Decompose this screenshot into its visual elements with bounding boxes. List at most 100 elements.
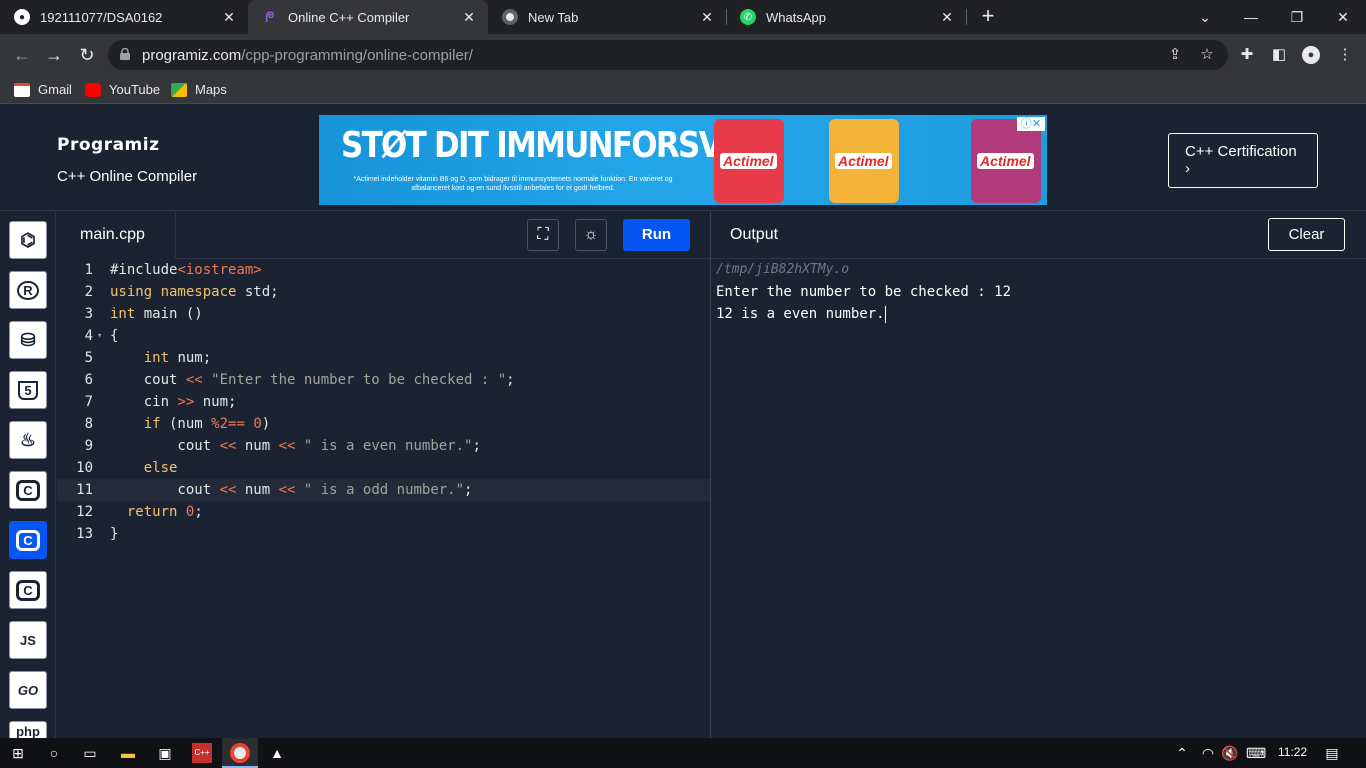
programiz-logo[interactable]: Programiz xyxy=(57,135,159,155)
code-line[interactable]: 4 ▾ { xyxy=(57,325,710,347)
bookmark-youtube[interactable]: YouTube xyxy=(85,82,160,97)
notifications-icon[interactable]: ▤ xyxy=(1322,743,1342,763)
lang-python[interactable]: ⌬ xyxy=(9,221,47,259)
photos-icon[interactable]: ▲ xyxy=(267,743,287,763)
output-header: Output Clear xyxy=(711,212,1366,259)
menu-kebab-icon[interactable]: ⋮ xyxy=(1336,46,1354,64)
ad-close-icon[interactable]: ⓘ✕ xyxy=(1017,117,1045,131)
ad-fineprint: *Actimel indeholder vitamin B6 og D, som… xyxy=(353,176,673,192)
sun-icon[interactable]: ☼ xyxy=(575,219,607,251)
fullscreen-icon[interactable]: ⛶ xyxy=(527,219,559,251)
r-icon: R xyxy=(17,280,39,300)
tab-search-chevron-icon[interactable]: ⌄ xyxy=(1182,0,1228,34)
lang-java[interactable]: ♨ xyxy=(9,421,47,459)
address-bar[interactable]: programiz.com/cpp-programming/online-com… xyxy=(108,40,1228,70)
code-text: int main () xyxy=(110,303,203,325)
terminal-icon[interactable]: ▣ xyxy=(155,743,175,763)
code-line[interactable]: 7 cin >> num; xyxy=(57,391,710,413)
volume-muted-icon[interactable]: 🔇 xyxy=(1220,743,1240,763)
code-line[interactable]: 3 int main () xyxy=(57,303,710,325)
tab-online-cpp-compiler[interactable]: ᖘ Online C++ Compiler ✕ xyxy=(248,0,488,34)
lang-html[interactable]: 5 xyxy=(9,371,47,409)
tab-title: Online C++ Compiler xyxy=(288,9,410,25)
code-area[interactable]: 1 #include<iostream> 2 using namespace std;… xyxy=(57,259,710,738)
back-icon[interactable]: ← xyxy=(10,43,34,67)
lang-javascript[interactable]: JS xyxy=(9,621,47,659)
extensions-icon[interactable]: ✚ xyxy=(1238,46,1256,64)
run-button[interactable]: Run xyxy=(623,219,690,251)
chrome-icon[interactable] xyxy=(230,743,250,763)
code-line[interactable]: 2 using namespace std; xyxy=(57,281,710,303)
bookmark-gmail[interactable]: Gmail xyxy=(14,82,72,97)
code-token: else xyxy=(143,460,178,476)
tab-title: WhatsApp xyxy=(766,9,826,25)
advertisement-banner[interactable]: STØT DIT IMMUNFORSVAR *Actimel indeholde… xyxy=(319,115,1047,205)
code-token: num; xyxy=(169,350,212,366)
lang-cpp[interactable]: C xyxy=(9,521,47,559)
browser-tab-strip: ● 192111077/DSA0162 ✕ ᖘ Online C++ Compi… xyxy=(0,0,1366,34)
code-token: << xyxy=(185,372,203,388)
devcpp-icon[interactable]: C++ xyxy=(192,743,212,763)
lang-go[interactable]: GO xyxy=(9,671,47,709)
lang-php[interactable]: php xyxy=(9,721,47,738)
lang-sql[interactable]: ⛁ xyxy=(9,321,47,359)
wifi-icon[interactable]: ◠ xyxy=(1198,743,1218,763)
show-hidden-icons-icon[interactable]: ⌃ xyxy=(1172,743,1192,763)
tab-separator xyxy=(966,9,967,25)
close-icon[interactable]: ✕ xyxy=(220,8,238,26)
lang-csharp[interactable]: C xyxy=(9,571,47,609)
new-tab-button[interactable]: + xyxy=(976,5,1000,29)
file-explorer-icon[interactable]: ▬ xyxy=(118,743,138,763)
bookmark-maps[interactable]: Maps xyxy=(171,82,227,97)
share-icon[interactable]: ⇪ xyxy=(1166,46,1184,64)
certification-button[interactable]: C++ Certification › xyxy=(1168,133,1318,188)
code-line[interactable]: 12 return 0; xyxy=(57,501,710,523)
minimize-button[interactable]: — xyxy=(1228,0,1274,34)
tab-github[interactable]: ● 192111077/DSA0162 ✕ xyxy=(0,0,248,34)
reload-icon[interactable]: ↻ xyxy=(75,43,99,67)
restore-button[interactable]: ❐ xyxy=(1274,0,1320,34)
code-line[interactable]: 1 #include<iostream> xyxy=(57,259,710,281)
bookmark-star-icon[interactable]: ☆ xyxy=(1198,46,1216,64)
taskbar-clock[interactable]: 11:22 xyxy=(1278,745,1307,759)
lang-c[interactable]: C xyxy=(9,471,47,509)
code-line[interactable]: 9 cout << num << " is a even number."; xyxy=(57,435,710,457)
site-header: Programiz C++ Online Compiler STØT DIT I… xyxy=(0,105,1366,211)
tab-new-tab[interactable]: New Tab ✕ xyxy=(488,0,726,34)
file-tab-main-cpp[interactable]: main.cpp xyxy=(57,212,176,260)
code-token: cout xyxy=(110,438,220,454)
code-line[interactable]: 10 else xyxy=(57,457,710,479)
code-line[interactable]: 13} xyxy=(57,523,710,545)
product-pack: Actimel xyxy=(829,119,899,203)
tab-title: 192111077/DSA0162 xyxy=(40,9,163,25)
code-line[interactable]: 11 cout << num << " is a odd number."; xyxy=(57,479,710,501)
window-close-button[interactable]: ✕ xyxy=(1320,0,1366,34)
code-text: cout << "Enter the number to be checked … xyxy=(110,369,515,391)
profile-avatar-icon[interactable]: ● xyxy=(1302,46,1320,64)
close-icon[interactable]: ✕ xyxy=(698,8,716,26)
side-panel-icon[interactable]: ◧ xyxy=(1270,46,1288,64)
lang-r[interactable]: R xyxy=(9,271,47,309)
code-line[interactable]: 5 int num; xyxy=(57,347,710,369)
browser-toolbar: ← → ↻ programiz.com/cpp-programming/onli… xyxy=(0,34,1366,76)
code-token: cout xyxy=(110,482,220,498)
start-icon[interactable]: ⊞ xyxy=(8,743,28,763)
keyboard-icon[interactable]: ⌨ xyxy=(1246,743,1266,763)
tab-whatsapp[interactable]: ✆ WhatsApp ✕ xyxy=(726,0,966,34)
close-icon[interactable]: ✕ xyxy=(460,8,478,26)
code-line[interactable]: 8 if (num %2== 0) xyxy=(57,413,710,435)
maps-icon xyxy=(171,82,187,97)
code-token: %2== xyxy=(211,416,245,432)
task-view-icon[interactable]: ▭ xyxy=(80,743,100,763)
gmail-icon xyxy=(14,82,30,97)
fold-arrow-icon[interactable]: ▾ xyxy=(97,325,102,347)
forward-icon[interactable]: → xyxy=(42,43,66,67)
code-token: int xyxy=(110,306,136,322)
lock-icon xyxy=(120,48,130,60)
code-line[interactable]: 6 cout << "Enter the number to be checke… xyxy=(57,369,710,391)
clear-button[interactable]: Clear xyxy=(1268,218,1345,251)
output-console[interactable]: /tmp/jiB82hXTMy.o Enter the number to be… xyxy=(716,259,1011,325)
search-icon[interactable]: ○ xyxy=(44,743,64,763)
close-icon[interactable]: ✕ xyxy=(938,8,956,26)
